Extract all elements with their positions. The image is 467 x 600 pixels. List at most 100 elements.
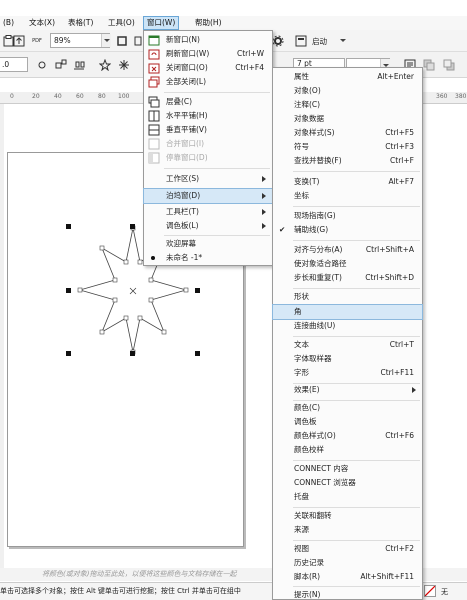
menu-toolbars[interactable]: 工具栏(T) <box>144 205 272 219</box>
menu-color-palettes[interactable]: 调色板(L) <box>144 219 272 233</box>
to-back-icon[interactable] <box>441 57 457 73</box>
docker-find-replace[interactable]: 查找并替换(F) Ctrl+F <box>273 154 422 168</box>
docker-object-styles[interactable]: 对象样式(S) Ctrl+F5 <box>273 126 422 140</box>
submenu-arrow-icon <box>262 223 266 229</box>
ruler-tick: 20 <box>32 93 40 100</box>
docker-shape[interactable]: 形状 <box>273 290 422 304</box>
full-screen-icon[interactable] <box>114 33 130 49</box>
star-shape-icon[interactable] <box>97 57 113 73</box>
dock-window-icon <box>148 152 160 164</box>
submenu-arrow-icon <box>262 193 266 199</box>
docker-glyphs[interactable]: 字形 Ctrl+F11 <box>273 366 422 380</box>
docker-effects[interactable]: 效果(E) <box>273 383 422 397</box>
docker-connect-browser[interactable]: CONNECT 浏览器 <box>273 476 422 490</box>
launch-icon[interactable] <box>293 33 309 49</box>
docker-text[interactable]: 文本 Ctrl+T <box>273 338 422 352</box>
combine-window-icon <box>148 138 160 150</box>
docker-fit-to-path[interactable]: 使对象适合路径 <box>273 257 422 271</box>
menu-tile-horizontal[interactable]: 水平平铺(H) <box>144 109 272 123</box>
menu-item-help[interactable]: 帮助(H) <box>192 16 225 30</box>
menu-document-untitled[interactable]: 未命名 -1* <box>144 251 272 265</box>
menu-item-text[interactable]: 文本(X) <box>26 16 58 30</box>
docker-connect-content[interactable]: CONNECT 内容 <box>273 462 422 476</box>
export-pdf-icon[interactable]: PDF <box>29 33 45 49</box>
bullet-icon <box>151 256 155 260</box>
launch-dropdown-icon[interactable] <box>340 39 346 42</box>
menu-separator <box>293 206 420 207</box>
menu-close-all[interactable]: 全部关闭(L) <box>144 75 272 89</box>
menu-refresh-window[interactable]: 刷新窗口(W) Ctrl+W <box>144 47 272 61</box>
docker-color-styles[interactable]: 颜色样式(O) Ctrl+F6 <box>273 429 422 443</box>
docker-font-sampler[interactable]: 字体取样器 <box>273 352 422 366</box>
docker-tray[interactable]: 托盘 <box>273 490 422 504</box>
menu-cascade[interactable]: 层叠(C) <box>144 95 272 109</box>
docker-coordinates[interactable]: 坐标 <box>273 189 422 203</box>
to-front-icon[interactable] <box>421 57 437 73</box>
no-fill-swatch-icon[interactable] <box>424 585 436 597</box>
docker-palette[interactable]: 调色板 <box>273 415 422 429</box>
docker-symbols[interactable]: 符号 Ctrl+F3 <box>273 140 422 154</box>
submenu-arrow-icon <box>412 387 416 393</box>
close-window-icon <box>148 63 160 74</box>
docker-comments[interactable]: 注释(C) <box>273 98 422 112</box>
menu-separator <box>164 235 270 236</box>
docker-connector-curves[interactable]: 连接曲线(U) <box>273 319 422 333</box>
menu-item-window[interactable]: 窗口(W) <box>143 16 180 30</box>
zoom-dropdown[interactable] <box>101 34 111 47</box>
submenu-arrow-icon <box>262 209 266 215</box>
menu-item-b[interactable]: (B) <box>0 16 17 30</box>
docker-objects[interactable]: 对象(O) <box>273 84 422 98</box>
docker-sources[interactable]: 来源 <box>273 523 422 537</box>
scale-icon[interactable] <box>53 57 69 73</box>
menu-separator <box>293 336 420 337</box>
docker-transform[interactable]: 变换(T) Alt+F7 <box>273 175 422 189</box>
menu-dock-window[interactable]: 停靠窗口(D) <box>144 151 272 165</box>
docker-color-proofing[interactable]: 颜色校样 <box>273 443 422 457</box>
docker-links-flip[interactable]: 关联和翻转 <box>273 509 422 523</box>
ruler-tick: 0 <box>10 93 14 100</box>
docker-views[interactable]: 视图 Ctrl+F2 <box>273 542 422 556</box>
docker-guidelines[interactable]: ✔ 辅助线(G) <box>273 223 422 237</box>
docker-hints[interactable]: 提示(N) <box>273 588 422 600</box>
menu-tile-vertical[interactable]: 垂直平铺(V) <box>144 123 272 137</box>
ruler-tick: 380 <box>455 93 467 100</box>
position-x-field[interactable]: .0 <box>0 57 28 72</box>
docker-object-data[interactable]: 对象数据 <box>273 112 422 126</box>
mirror-icon[interactable] <box>71 57 87 73</box>
docker-color[interactable]: 颜色(C) <box>273 401 422 415</box>
menu-dockers[interactable]: 泊坞窗(D) <box>143 188 273 204</box>
docker-step-repeat[interactable]: 步长和重复(T) Ctrl+Shift+D <box>273 271 422 285</box>
window-menu: 新窗口(N) 刷新窗口(W) Ctrl+W 关闭窗口(O) Ctrl+F4 全部… <box>143 30 273 266</box>
docker-scripts[interactable]: 脚本(R) Alt+Shift+F11 <box>273 570 422 584</box>
import-icon[interactable] <box>11 33 27 49</box>
menu-item-tools[interactable]: 工具(O) <box>105 16 138 30</box>
menu-separator <box>164 168 270 169</box>
ruler-tick: 80 <box>98 93 106 100</box>
complex-star-icon[interactable] <box>116 57 132 73</box>
menu-bar: (B) 文本(X) 表格(T) 工具(O) 窗口(W) 帮助(H) <box>0 16 467 30</box>
menu-combine-window[interactable]: 合并窗口(I) <box>144 137 272 151</box>
ruler-tick: 360 <box>436 93 448 100</box>
submenu-arrow-icon <box>262 176 266 182</box>
dockers-submenu: 属性 Alt+Enter 对象(O) 注释(C) 对象数据 对象样式(S) Ctrl… <box>272 67 423 600</box>
ruler-tick: 100 <box>118 93 130 100</box>
menu-item-table[interactable]: 表格(T) <box>65 16 96 30</box>
menu-welcome-screen[interactable]: 欢迎屏幕 <box>144 237 272 251</box>
docker-align-distribute[interactable]: 对齐与分布(A) Ctrl+Shift+A <box>273 243 422 257</box>
menu-separator <box>293 240 420 241</box>
tile-vertical-icon <box>148 124 160 136</box>
docker-history[interactable]: 历史记录 <box>273 556 422 570</box>
circle-shape-icon[interactable] <box>34 57 50 73</box>
checkmark-icon: ✔ <box>279 225 286 234</box>
tile-horizontal-icon <box>148 110 160 122</box>
docker-properties[interactable]: 属性 Alt+Enter <box>273 70 422 84</box>
docker-corner[interactable]: 角 <box>272 304 423 320</box>
launch-label[interactable]: 启动 <box>312 36 327 47</box>
menu-close-window[interactable]: 关闭窗口(O) Ctrl+F4 <box>144 61 272 75</box>
menu-new-window[interactable]: 新窗口(N) <box>144 33 272 47</box>
docker-hints-guide[interactable]: 现场指南(G) <box>273 209 422 223</box>
menu-separator <box>293 540 420 541</box>
fill-label: 无 <box>441 588 448 596</box>
ruler-tick: 40 <box>54 93 62 100</box>
menu-workspace[interactable]: 工作区(S) <box>144 172 272 186</box>
